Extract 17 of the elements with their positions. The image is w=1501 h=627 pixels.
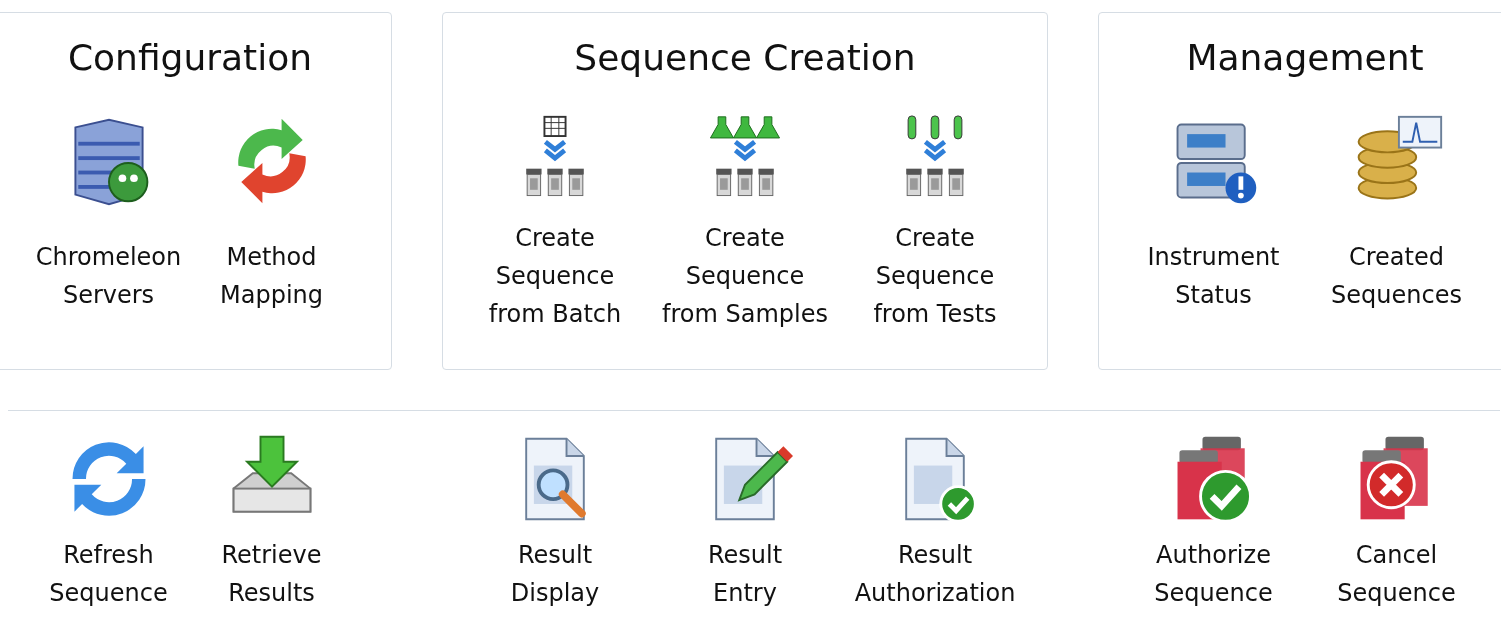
panel-title: Sequence Creation [574, 36, 916, 80]
tile-link[interactable]: Method Mapping [220, 238, 323, 314]
panel-title: Configuration [67, 36, 313, 80]
action-link[interactable]: Refresh Sequence [49, 536, 168, 612]
tile-link[interactable]: Created Sequences [1331, 238, 1462, 314]
action-link[interactable]: Result Entry [707, 536, 783, 612]
tile-link[interactable]: Create Sequence from Samples [662, 219, 828, 333]
tile-link[interactable]: Create Sequence from Tests [873, 219, 997, 333]
action-link[interactable]: Retrieve Results [221, 536, 322, 612]
tile-link[interactable]: Chromeleon Servers [35, 238, 182, 314]
tile-link[interactable]: Create Sequence from Batch [488, 219, 622, 333]
action-link[interactable]: Result Display [510, 536, 600, 612]
panel-title: Management [1186, 36, 1424, 80]
tile-link[interactable]: Instrument Status [1147, 238, 1280, 314]
action-link[interactable]: Authorize Sequence [1154, 536, 1273, 612]
action-link[interactable]: Result Authorization [854, 536, 1016, 612]
action-link[interactable]: Cancel Sequence [1337, 536, 1456, 612]
